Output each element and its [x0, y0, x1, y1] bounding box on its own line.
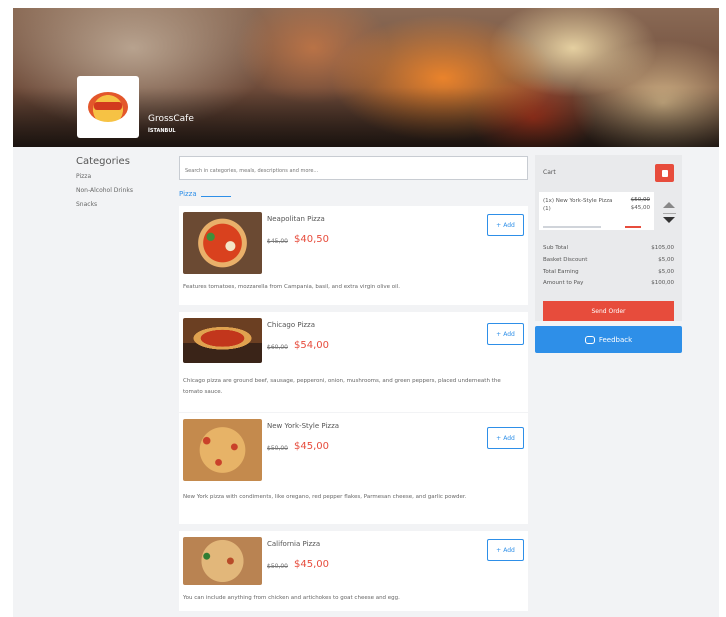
- add-button-label: Add: [503, 546, 515, 554]
- cart-panel: Cart (1x) New York-Style Pizza (1) $50,0…: [535, 155, 682, 321]
- product-price: $54,00: [294, 340, 329, 351]
- chicago-pizza-image: [183, 318, 262, 363]
- product-old-price: $50,00: [267, 563, 288, 570]
- quantity-divider: [663, 213, 676, 214]
- cart-title: Cart: [543, 169, 556, 176]
- product-description: Features tomatoes, mozzarella from Campa…: [183, 284, 400, 290]
- add-button-label: Add: [503, 330, 515, 338]
- cart-item-old-price: $50,00: [630, 197, 650, 203]
- product-price: $45,00: [294, 559, 329, 570]
- cart-item-divider: [543, 226, 601, 228]
- categories-sidebar: Categories Pizza Non-Alcohol Drinks Snac…: [76, 156, 176, 215]
- add-button-label: Add: [503, 221, 515, 229]
- section-tab-pizza[interactable]: Pizza: [179, 190, 231, 198]
- product-price: $45,00: [294, 441, 329, 452]
- search-input[interactable]: [180, 160, 527, 182]
- product-card: Chicago Pizza $60,00 $54,00 + Add Chicag…: [179, 312, 528, 412]
- product-description: You can include anything from chicken an…: [183, 595, 400, 601]
- summary-row-subtotal: Sub Total $105,00: [543, 245, 674, 251]
- restaurant-city: İSTANBUL: [148, 128, 176, 134]
- add-button[interactable]: + Add: [487, 539, 524, 561]
- product-description: Chicago pizza are ground beef, sausage, …: [183, 378, 501, 395]
- product-card: New York-Style Pizza $50,00 $45,00 + Add…: [179, 413, 528, 524]
- summary-row-basket-discount: Basket Discount $5,00: [543, 257, 674, 263]
- summary-label: Sub Total: [543, 245, 569, 251]
- summary-value: $5,00: [658, 257, 674, 263]
- plus-icon: +: [496, 434, 502, 442]
- summary-value: $5,00: [658, 269, 674, 275]
- product-price: $40,50: [294, 234, 329, 245]
- category-item-snacks[interactable]: Snacks: [76, 201, 176, 208]
- product-name: California Pizza: [267, 540, 321, 548]
- summary-label: Total Earning: [543, 269, 579, 275]
- category-item-pizza[interactable]: Pizza: [76, 173, 176, 180]
- summary-value: $105,00: [651, 245, 674, 251]
- restaurant-logo: [77, 76, 139, 138]
- product-card: Neapolitan Pizza $45,00 $40,50 + Add Fea…: [179, 206, 528, 305]
- product-old-price: $45,00: [267, 238, 288, 245]
- neapolitan-pizza-image: [183, 212, 262, 274]
- add-button[interactable]: + Add: [487, 427, 524, 449]
- product-name: New York-Style Pizza: [267, 422, 340, 430]
- cart-item-name: (1x) New York-Style Pizza (1): [543, 198, 613, 212]
- product-name: Neapolitan Pizza: [267, 215, 325, 223]
- summary-label: Basket Discount: [543, 257, 588, 263]
- summary-label: Amount to Pay: [543, 280, 584, 286]
- send-order-button[interactable]: Send Order: [543, 301, 674, 321]
- plus-icon: +: [496, 330, 502, 338]
- product-description: New York pizza with condiments, like ore…: [183, 494, 467, 500]
- app-frame: GrossCafe İSTANBUL Categories Pizza Non-…: [13, 8, 719, 617]
- plus-icon: +: [496, 221, 502, 229]
- categories-title: Categories: [76, 156, 130, 167]
- trash-icon: [661, 169, 668, 177]
- feedback-label: Feedback: [598, 335, 633, 344]
- search-box: [179, 156, 528, 182]
- add-button[interactable]: + Add: [487, 323, 524, 345]
- chat-icon: [584, 335, 595, 344]
- product-name: Chicago Pizza: [267, 321, 316, 329]
- clear-cart-button[interactable]: [655, 164, 674, 182]
- quantity-increase-icon[interactable]: [663, 202, 675, 208]
- new-york-pizza-image: [183, 419, 262, 481]
- summary-row-total-earning: Total Earning $5,00: [543, 269, 674, 275]
- cart-item-remove-indicator: [625, 226, 641, 228]
- plus-icon: +: [496, 546, 502, 554]
- feedback-button[interactable]: Feedback: [535, 326, 682, 353]
- add-button[interactable]: + Add: [487, 214, 524, 236]
- product-old-price: $60,00: [267, 344, 288, 351]
- category-item-non-alcohol-drinks[interactable]: Non-Alcohol Drinks: [76, 187, 176, 194]
- pizza-logo-icon: [88, 92, 128, 122]
- summary-value: $100,00: [651, 280, 674, 286]
- cart-item: (1x) New York-Style Pizza (1) $50,00 $45…: [539, 192, 654, 230]
- product-card: California Pizza $50,00 $45,00 + Add You…: [179, 531, 528, 611]
- restaurant-name: GrossCafe: [148, 114, 194, 124]
- product-old-price: $50,00: [267, 445, 288, 452]
- cart-item-price: $45,00: [630, 205, 650, 211]
- add-button-label: Add: [503, 434, 515, 442]
- summary-row-amount-to-pay: Amount to Pay $100,00: [543, 280, 674, 286]
- quantity-decrease-icon[interactable]: [663, 217, 675, 223]
- california-pizza-image: [183, 537, 262, 585]
